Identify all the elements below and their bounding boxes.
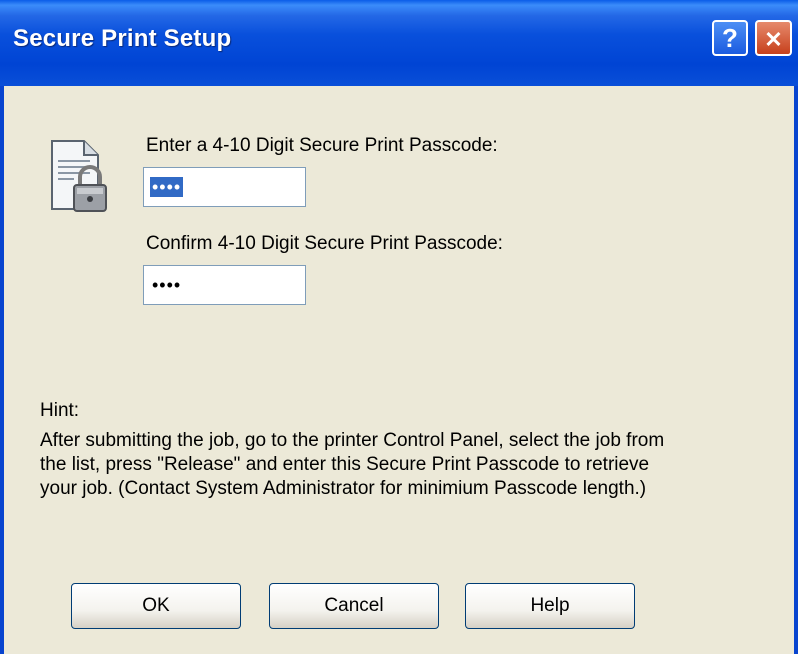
title-bar[interactable]: Secure Print Setup ? ✕: [0, 0, 798, 86]
question-icon: ?: [722, 23, 738, 53]
ok-button[interactable]: OK: [71, 583, 241, 629]
hint-heading: Hint:: [40, 400, 80, 421]
confirm-passcode-input[interactable]: ••••: [143, 265, 306, 305]
help-titlebar-button[interactable]: ?: [712, 20, 748, 56]
close-button[interactable]: ✕: [755, 20, 792, 56]
hint-text: After submitting the job, go to the prin…: [40, 430, 665, 499]
passcode-value: ••••: [150, 177, 184, 197]
document-padlock-icon: [51, 140, 107, 212]
help-button[interactable]: Help: [465, 583, 635, 629]
passcode-input[interactable]: ••••: [143, 167, 306, 207]
passcode-label: Enter a 4-10 Digit Secure Print Passcode…: [146, 135, 498, 156]
cancel-button[interactable]: Cancel: [269, 583, 439, 629]
confirm-passcode-label: Confirm 4-10 Digit Secure Print Passcode…: [146, 233, 503, 254]
window-title: Secure Print Setup: [13, 25, 232, 52]
close-icon: ✕: [764, 27, 783, 52]
window-frame-left: [0, 86, 4, 654]
confirm-passcode-value: ••••: [152, 275, 182, 295]
window-frame-right: [794, 86, 798, 654]
